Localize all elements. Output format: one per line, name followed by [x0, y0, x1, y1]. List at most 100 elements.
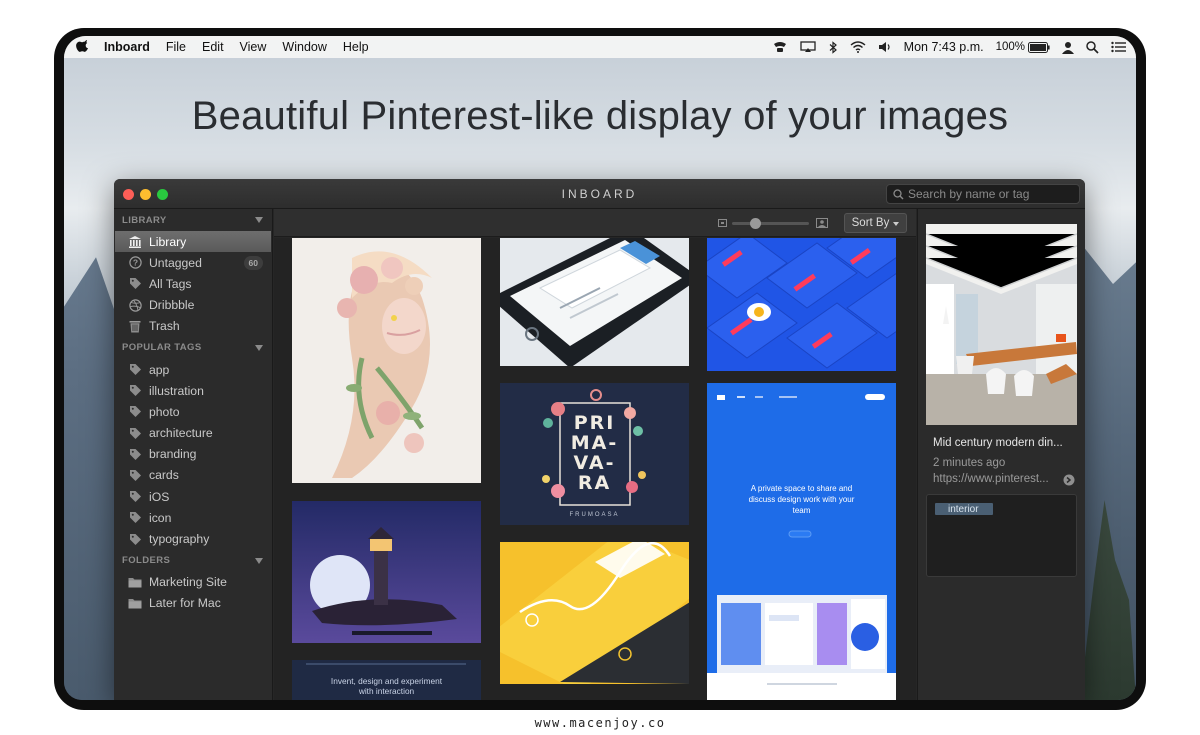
iphone-app-image	[500, 238, 689, 366]
small-thumbnail-icon[interactable]	[718, 219, 727, 227]
primavera-line: MA-	[570, 432, 619, 454]
disclosure-triangle-icon[interactable]	[255, 217, 263, 223]
tag-icon	[128, 532, 142, 546]
desktop-screen: Inboard File Edit View Window Help Mon 7…	[64, 36, 1136, 700]
sidebar-tag-cards[interactable]: cards	[114, 465, 272, 486]
sidebar-item-label: Library	[149, 234, 187, 249]
sidebar-item-untagged[interactable]: ? Untagged 60	[114, 252, 272, 273]
sidebar-item-all-tags[interactable]: All Tags	[114, 273, 272, 294]
sidebar-item-dribbble[interactable]: Dribbble	[114, 295, 272, 316]
sidebar-item-library[interactable]: Library	[115, 231, 271, 253]
image-card-primavera-typography[interactable]: PRI MA- VA- RA FRUMOASA	[500, 383, 689, 525]
tag-editor[interactable]: interior	[926, 494, 1077, 577]
menu-file[interactable]: File	[166, 40, 186, 54]
sidebar-tag-icon[interactable]: icon	[114, 507, 272, 528]
primavera-lettering: PRI MA- VA- RA	[500, 413, 689, 493]
user-icon[interactable]	[1062, 41, 1074, 54]
image-card-lighthouse-illustration[interactable]	[292, 501, 481, 643]
sidebar-item-label: cards	[149, 468, 179, 483]
sidebar-item-label: illustration	[149, 383, 204, 398]
floral-portrait-image	[292, 238, 481, 483]
menubar-clock[interactable]: Mon 7:43 p.m.	[904, 40, 984, 54]
selected-image-url[interactable]: https://www.pinterest...	[933, 473, 1049, 485]
question-icon: ?	[128, 256, 142, 270]
search-field[interactable]	[886, 184, 1080, 204]
tag-icon	[128, 511, 142, 525]
image-card-weather-app[interactable]	[500, 542, 689, 684]
sidebar-tag-app[interactable]: app	[114, 359, 272, 380]
primavera-line: VA-	[573, 452, 616, 474]
spotlight-search-icon[interactable]	[1086, 40, 1099, 54]
sidebar-item-label: architecture	[149, 426, 213, 441]
thumbnail-size-slider[interactable]	[732, 218, 809, 229]
menu-edit[interactable]: Edit	[202, 40, 224, 54]
tag-icon	[128, 363, 142, 377]
site-nav-bar	[306, 663, 466, 665]
image-card-iphone-app[interactable]	[500, 238, 689, 366]
marketing-headline: Beautiful Pinterest-like display of your…	[191, 94, 1009, 138]
selected-image-preview[interactable]	[926, 224, 1077, 425]
primavera-line: PRI	[573, 412, 616, 434]
sidebar-tag-architecture[interactable]: architecture	[114, 423, 272, 444]
device-frame: Inboard File Edit View Window Help Mon 7…	[54, 28, 1146, 710]
menu-help[interactable]: Help	[343, 40, 369, 54]
sidebar-item-label: Later for Mac	[149, 596, 221, 611]
sidebar-folder-later-for-mac[interactable]: Later for Mac	[114, 593, 272, 614]
lighthouse-illustration-image	[292, 501, 481, 643]
watermark-url: www.macenjoy.co	[534, 716, 666, 730]
untagged-count-badge: 60	[243, 256, 263, 271]
battery-percent: 100%	[995, 41, 1025, 53]
sidebar-item-label: Trash	[149, 319, 180, 334]
sidebar-item-label: photo	[149, 404, 180, 419]
volume-icon[interactable]	[878, 41, 892, 53]
dribbble-icon	[128, 298, 142, 312]
window-titlebar[interactable]: INBOARD	[114, 179, 1085, 209]
image-card-interaction-site[interactable]: Invent, design and experiment with inter…	[292, 660, 481, 700]
disclosure-triangle-icon[interactable]	[255, 344, 263, 351]
menubar-app-name[interactable]: Inboard	[104, 40, 150, 54]
battery-status[interactable]: 100%	[996, 41, 1050, 53]
sidebar-item-trash[interactable]: Trash	[114, 316, 272, 337]
notification-center-icon[interactable]	[1111, 41, 1126, 53]
image-card-floral-portrait[interactable]	[292, 238, 481, 483]
selected-image-title: Mid century modern din...	[933, 437, 1063, 449]
inboard-menulet-icon[interactable]	[772, 41, 788, 53]
apple-icon[interactable]	[76, 40, 90, 54]
menu-window[interactable]: Window	[282, 40, 326, 54]
airplay-icon[interactable]	[800, 41, 816, 53]
sidebar-tag-branding[interactable]: branding	[114, 444, 272, 465]
status-area: Mon 7:43 p.m. 100%	[772, 36, 1126, 58]
selected-image-timestamp: 2 minutes ago	[933, 457, 1006, 469]
tag-icon	[128, 468, 142, 482]
search-icon	[893, 188, 904, 199]
section-popular-tags-header[interactable]: POPULAR TAGS	[114, 337, 272, 359]
tag-chip-interior[interactable]: interior	[935, 503, 993, 515]
open-link-arrow-icon[interactable]	[1063, 474, 1075, 486]
disclosure-triangle-icon[interactable]	[255, 557, 263, 564]
folder-icon	[128, 596, 142, 610]
sidebar: LIBRARY Library ? Untagged 60 All Tags D…	[114, 209, 273, 700]
tag-icon	[128, 277, 142, 291]
image-card-design-platform-site[interactable]: A private space to share and discuss des…	[707, 383, 896, 700]
design-platform-site-image	[707, 383, 896, 700]
wifi-icon[interactable]	[850, 41, 866, 53]
sidebar-folder-marketing-site[interactable]: Marketing Site	[114, 572, 272, 593]
section-folders-header[interactable]: FOLDERS	[114, 550, 272, 572]
tag-list: app illustration photo architecture branding…	[114, 359, 272, 550]
weather-app-image	[500, 542, 689, 684]
sidebar-tag-typography[interactable]: typography	[114, 528, 272, 549]
battery-icon	[1028, 41, 1050, 53]
large-thumbnail-icon[interactable]	[816, 218, 828, 228]
sidebar-tag-ios[interactable]: iOS	[114, 486, 272, 507]
sidebar-item-label: Dribbble	[149, 298, 195, 313]
sidebar-tag-photo[interactable]: photo	[114, 401, 272, 422]
bluetooth-icon[interactable]	[828, 40, 838, 54]
sidebar-tag-illustration[interactable]: illustration	[114, 380, 272, 401]
section-library-header[interactable]: LIBRARY	[114, 209, 272, 231]
section-popular-tags-label: POPULAR TAGS	[122, 342, 202, 354]
menu-view[interactable]: View	[240, 40, 267, 54]
image-card-business-cards[interactable]	[707, 238, 896, 371]
slider-knob[interactable]	[750, 218, 761, 229]
sort-by-button[interactable]: Sort By	[844, 213, 907, 233]
search-input[interactable]	[908, 187, 1073, 201]
